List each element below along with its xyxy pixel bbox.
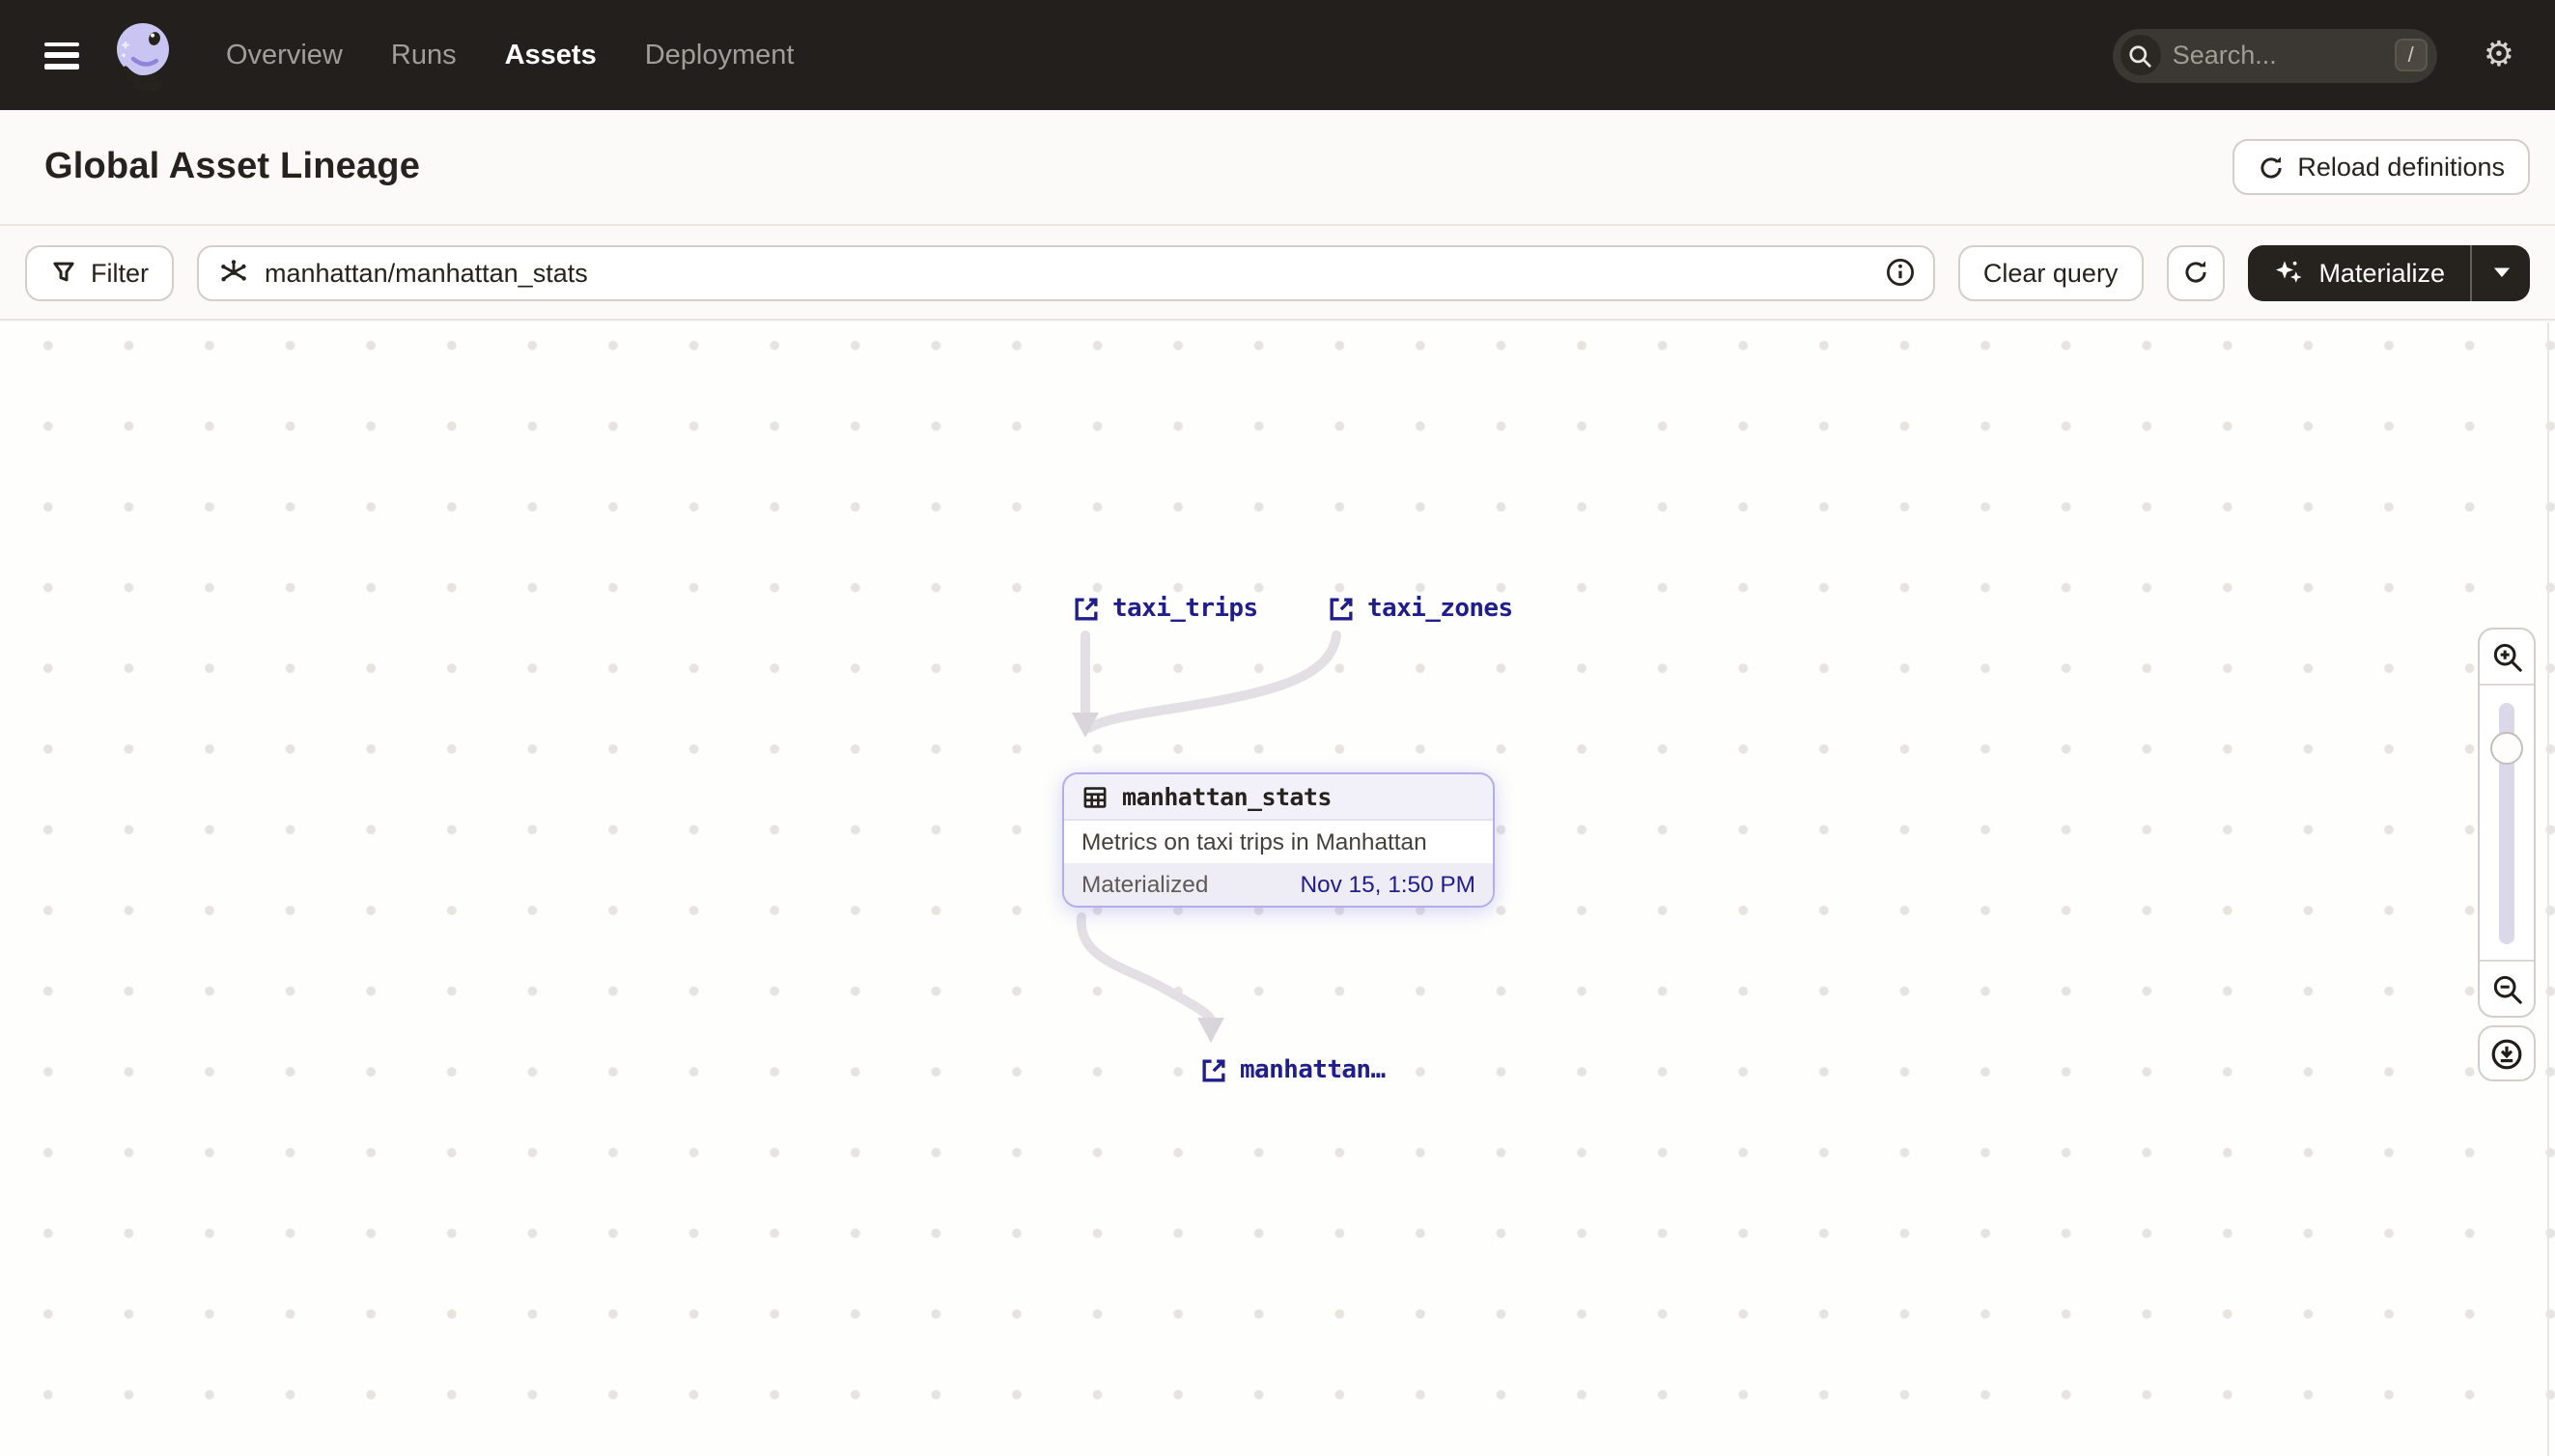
lineage-toolbar: Filter Clear query bbox=[0, 226, 2555, 321]
search-icon bbox=[2120, 35, 2161, 75]
asset-node-header: manhattan_stats bbox=[1064, 774, 1493, 821]
top-nav-right: / ⚙ bbox=[2112, 28, 2514, 82]
page-title: Global Asset Lineage bbox=[44, 146, 421, 186]
external-link-icon bbox=[1329, 597, 1354, 622]
reload-definitions-button[interactable]: Reload definitions bbox=[2232, 139, 2530, 195]
asset-node-status-row: Materialized Nov 15, 1:50 PM bbox=[1064, 863, 1493, 906]
asset-query-input[interactable] bbox=[197, 244, 1935, 300]
materialization-timestamp: Nov 15, 1:50 PM bbox=[1300, 871, 1475, 898]
gear-icon[interactable]: ⚙ bbox=[2484, 37, 2514, 72]
edge-taxi-zones-to-manhattan-stats bbox=[1084, 630, 1341, 733]
zoom-controls bbox=[2478, 628, 2536, 1018]
recenter-view-button[interactable] bbox=[2478, 1025, 2536, 1081]
asset-node-description: Metrics on taxi trips in Manhattan bbox=[1064, 821, 1493, 863]
dagster-logo-icon[interactable] bbox=[110, 18, 180, 92]
filter-button[interactable]: Filter bbox=[25, 244, 174, 300]
materialize-dropdown-button[interactable] bbox=[2472, 244, 2530, 300]
arrowhead bbox=[1197, 1018, 1224, 1043]
nav-deployment[interactable]: Deployment bbox=[645, 40, 795, 70]
materialize-split-button: Materialize bbox=[2247, 244, 2530, 300]
search-input[interactable] bbox=[2160, 41, 2395, 70]
materialize-button[interactable]: Materialize bbox=[2247, 244, 2470, 300]
recenter-download-icon bbox=[2491, 1038, 2522, 1069]
upstream-asset-taxi-zones[interactable]: taxi_zones bbox=[1329, 595, 1513, 624]
nav-overview[interactable]: Overview bbox=[226, 40, 343, 70]
filter-label: Filter bbox=[91, 258, 149, 287]
nav-assets[interactable]: Assets bbox=[505, 40, 597, 70]
top-nav-bar: Overview Runs Assets Deployment / ⚙ bbox=[0, 0, 2555, 110]
global-search[interactable]: / bbox=[2112, 28, 2437, 82]
refresh-icon bbox=[2181, 259, 2208, 286]
clear-query-label: Clear query bbox=[1982, 258, 2119, 287]
materialize-label: Materialize bbox=[2318, 258, 2445, 287]
zoom-slider bbox=[2480, 684, 2534, 962]
status-label: Materialized bbox=[1081, 871, 1209, 898]
search-shortcut-badge: / bbox=[2394, 39, 2428, 71]
asset-query-field bbox=[197, 244, 1935, 300]
asset-node-manhattan-stats[interactable]: manhattan_stats Metrics on taxi trips in… bbox=[1062, 772, 1495, 908]
edge-manhattan-stats-to-downstream bbox=[1076, 912, 1216, 1024]
dagster-app: Overview Runs Assets Deployment / ⚙ Glob… bbox=[0, 0, 2555, 1456]
zoom-slider-thumb[interactable] bbox=[2490, 732, 2523, 765]
zoom-in-icon bbox=[2492, 642, 2521, 671]
filter-funnel-icon bbox=[50, 259, 77, 286]
page-header: Global Asset Lineage Reload definitions bbox=[0, 110, 2555, 226]
reload-label: Reload definitions bbox=[2297, 153, 2505, 182]
asset-name: manhattan… bbox=[1240, 1056, 1386, 1085]
nav-runs[interactable]: Runs bbox=[391, 40, 457, 70]
table-icon bbox=[1081, 783, 1109, 810]
refresh-button[interactable] bbox=[2166, 244, 2225, 300]
downstream-asset-manhattan[interactable]: manhattan… bbox=[1201, 1056, 1386, 1085]
zoom-out-icon bbox=[2492, 974, 2521, 1003]
info-icon[interactable] bbox=[1885, 257, 1916, 288]
hamburger-menu-icon[interactable] bbox=[44, 42, 79, 69]
sparkles-icon bbox=[2272, 257, 2303, 288]
asset-name: taxi_trips bbox=[1112, 595, 1258, 624]
external-link-icon bbox=[1201, 1058, 1226, 1083]
zoom-in-button[interactable] bbox=[2480, 630, 2534, 684]
external-link-icon bbox=[1074, 597, 1099, 622]
caret-down-icon bbox=[2492, 267, 2510, 278]
asset-name: taxi_zones bbox=[1367, 595, 1513, 624]
canvas-right-edge bbox=[2547, 322, 2549, 1456]
lineage-canvas[interactable]: taxi_trips taxi_zones manhattan_stats Me… bbox=[0, 322, 2555, 1456]
primary-nav: Overview Runs Assets Deployment bbox=[226, 40, 794, 70]
zoom-out-button[interactable] bbox=[2480, 962, 2534, 1016]
clear-query-button[interactable]: Clear query bbox=[1957, 244, 2144, 300]
upstream-asset-taxi-trips[interactable]: taxi_trips bbox=[1074, 595, 1258, 624]
asset-graph-icon bbox=[218, 257, 249, 288]
asset-node-title: manhattan_stats bbox=[1122, 782, 1332, 811]
arrowhead bbox=[1072, 713, 1099, 738]
reload-icon bbox=[2257, 154, 2284, 181]
